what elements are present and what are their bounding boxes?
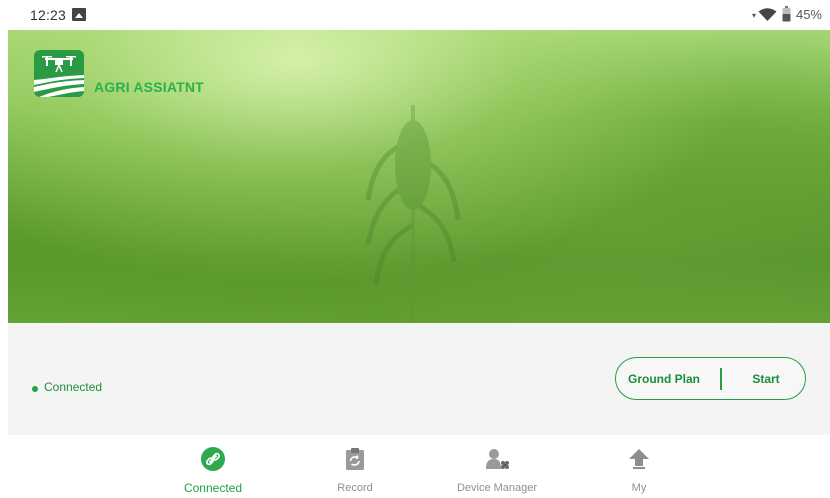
nav-label-my: My [631, 482, 647, 494]
hero-banner: AGRI ASSIATNT [8, 30, 830, 323]
nav-item-connected[interactable]: Connected [158, 435, 268, 498]
drone-icon [42, 56, 76, 73]
nav-label-record: Record [337, 482, 373, 494]
brand-name: AGRI ASSIATNT [94, 79, 204, 95]
battery-percentage: 45% [795, 6, 822, 22]
ground-plan-button[interactable]: Ground Plan [628, 372, 700, 386]
connected-status-dot [32, 386, 38, 392]
pill-divider [719, 367, 722, 390]
data-arrows-icon: ▾ [751, 11, 756, 20]
agri-assistant-logo [34, 50, 84, 97]
plant-background-image [365, 105, 461, 323]
nav-item-record[interactable]: Record [300, 435, 410, 498]
battery-icon [782, 6, 791, 22]
field-rows-icon [34, 75, 84, 97]
link-icon [201, 447, 225, 471]
nav-item-device-manager[interactable]: Device Manager [442, 435, 552, 498]
nav-item-my[interactable]: My [584, 435, 694, 498]
ground-plan-start-control: Ground Plan Start [615, 357, 806, 400]
status-time: 12:23 [30, 7, 67, 23]
start-button[interactable]: Start [727, 372, 805, 386]
bottom-navigation: Connected Record Device Manager My [0, 435, 830, 498]
clipboard-icon [346, 448, 364, 470]
image-icon [72, 8, 86, 21]
status-right-icons: ▾ 45% [752, 6, 822, 22]
connection-status: Connected [44, 380, 103, 394]
connection-panel: Connected Ground Plan Start [8, 323, 830, 435]
nav-label-device-manager: Device Manager [456, 482, 538, 494]
wifi-icon [758, 7, 777, 22]
upload-icon [629, 449, 649, 469]
user-drone-icon [486, 449, 509, 469]
nav-label-connected: Connected [183, 481, 243, 495]
status-bar: 12:23 ▾ 45% [0, 0, 830, 30]
